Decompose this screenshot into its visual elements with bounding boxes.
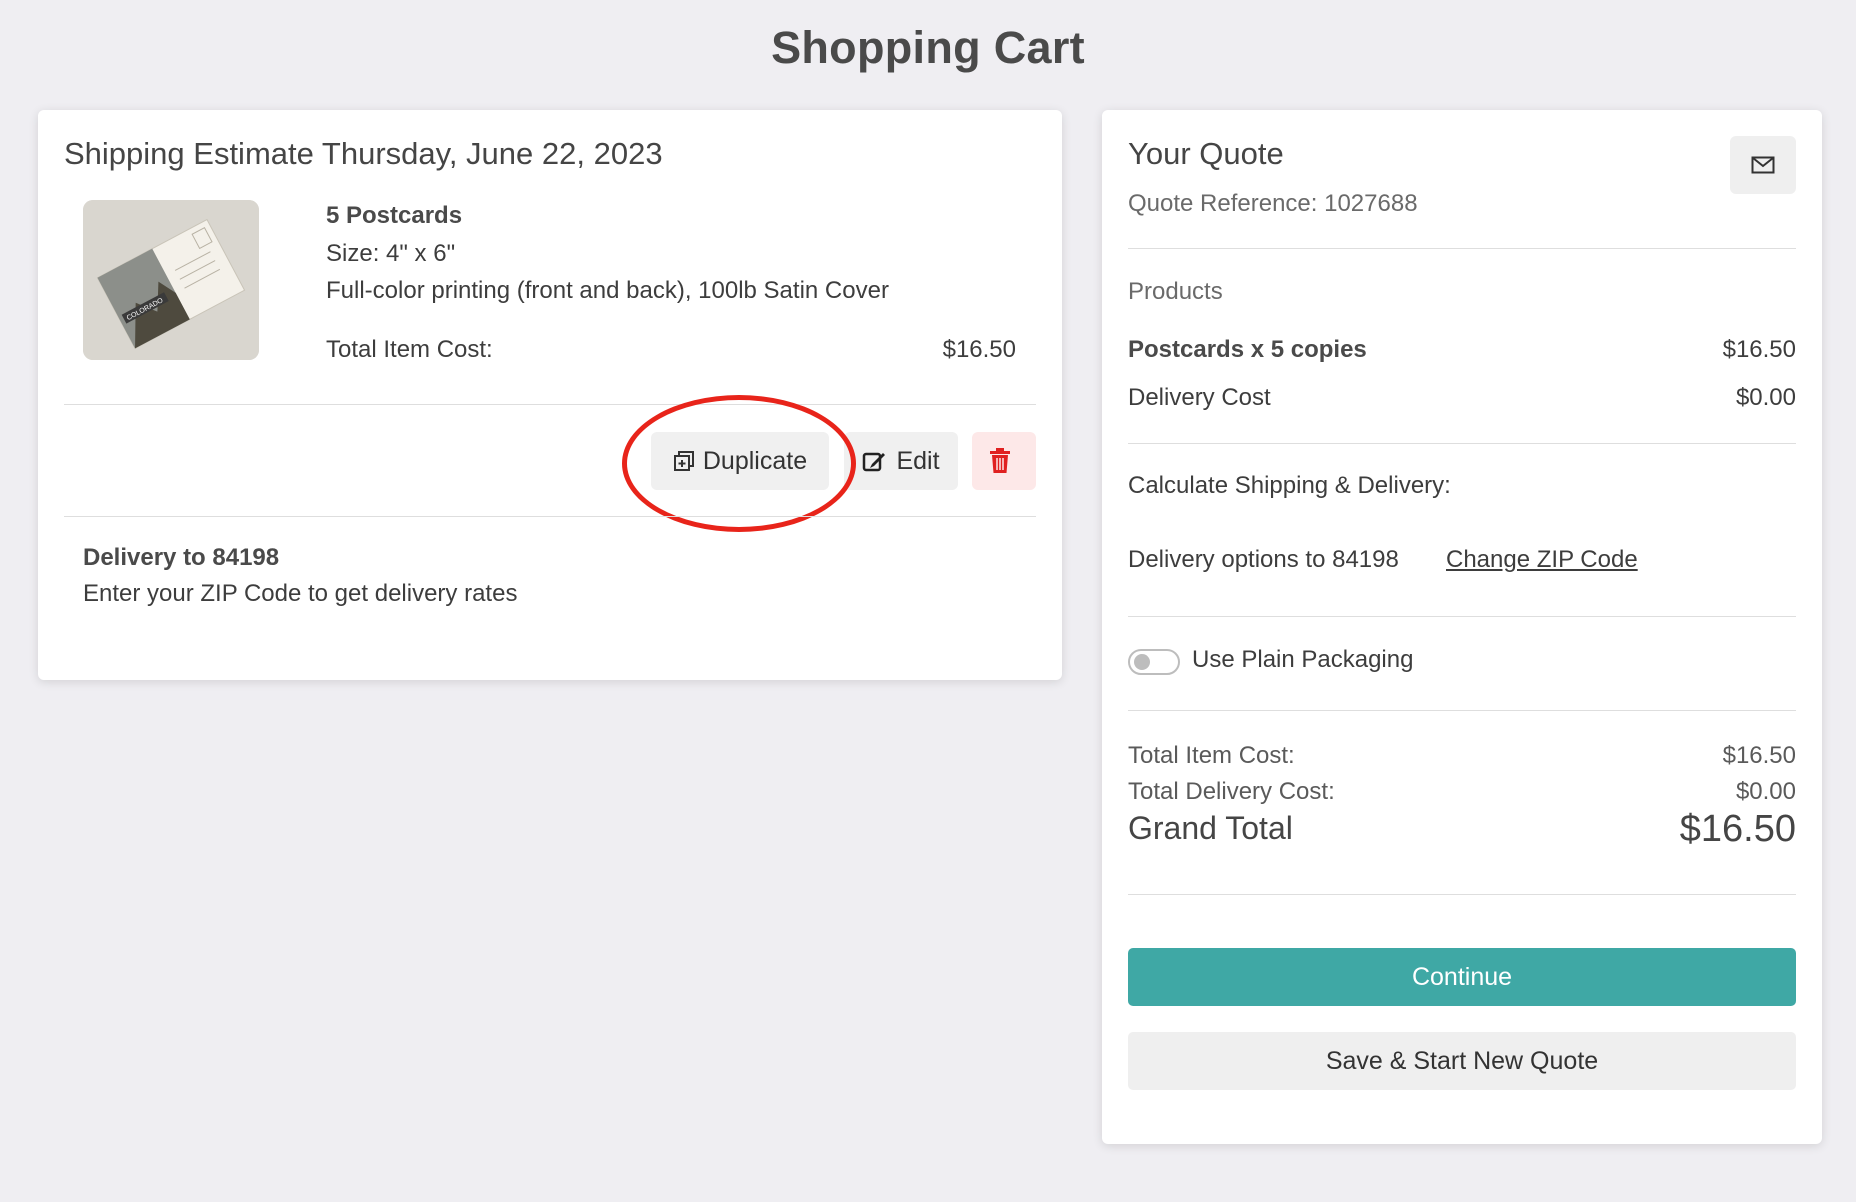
divider (1128, 894, 1796, 895)
total-delivery-cost-label: Total Delivery Cost: (1128, 778, 1335, 805)
edit-icon (863, 452, 886, 472)
product-line-label: Postcards x 5 copies (1128, 336, 1367, 363)
product-line-value: $16.50 (1722, 336, 1796, 363)
calculate-shipping-label: Calculate Shipping & Delivery: (1128, 472, 1451, 499)
delete-button[interactable] (972, 432, 1036, 490)
grand-total-label: Grand Total (1128, 810, 1293, 846)
item-cost-label: Total Item Cost: (326, 336, 493, 363)
delivery-cost-label: Delivery Cost (1128, 384, 1271, 411)
total-item-cost-label: Total Item Cost: (1128, 742, 1295, 769)
trash-icon (990, 448, 1010, 473)
page-title: Shopping Cart (771, 22, 1085, 73)
delivery-cost-value: $0.00 (1735, 384, 1796, 411)
plain-packaging-toggle[interactable] (1128, 649, 1180, 675)
total-delivery-cost-value: $0.00 (1735, 778, 1796, 805)
divider (1128, 616, 1796, 617)
change-zip-link[interactable]: Change ZIP Code (1446, 546, 1638, 574)
delivery-options-label: Delivery options to 84198 (1128, 546, 1399, 573)
quote-reference: Quote Reference: 1027688 (1128, 190, 1418, 217)
divider (64, 404, 1036, 405)
quote-summary-card: Your Quote Quote Reference: 1027688 Prod… (1102, 110, 1822, 1144)
continue-button[interactable]: Continue (1128, 948, 1796, 1006)
item-name: 5 Postcards (326, 202, 463, 229)
divider (64, 516, 1036, 517)
save-start-new-quote-button[interactable]: Save & Start New Quote (1128, 1032, 1796, 1090)
cart-item-card: Shipping Estimate Thursday, June 22, 202… (38, 110, 1062, 680)
item-cost-value: $16.50 (942, 336, 1016, 363)
delivery-heading: Delivery to 84198 (83, 544, 280, 571)
divider (1128, 248, 1796, 249)
postcard-thumbnail: COLORADO (83, 200, 259, 360)
highlight-annotation-circle (622, 395, 856, 532)
item-description: Full-color printing (front and back), 10… (326, 277, 889, 304)
envelope-icon (1751, 156, 1775, 174)
shipping-estimate-title: Shipping Estimate Thursday, June 22, 202… (64, 136, 663, 171)
quote-title: Your Quote (1128, 136, 1284, 171)
edit-label: Edit (896, 446, 940, 475)
divider (1128, 443, 1796, 444)
email-quote-button[interactable] (1730, 136, 1796, 194)
grand-total-value: $16.50 (1679, 808, 1796, 850)
item-size: Size: 4" x 6" (326, 240, 456, 267)
toggle-knob (1134, 654, 1150, 670)
total-item-cost-value: $16.50 (1722, 742, 1796, 769)
products-label: Products (1128, 278, 1223, 305)
edit-button[interactable]: Edit (844, 432, 958, 490)
delivery-subtext: Enter your ZIP Code to get delivery rate… (83, 580, 518, 607)
plain-packaging-label: Use Plain Packaging (1192, 646, 1414, 673)
divider (1128, 710, 1796, 711)
